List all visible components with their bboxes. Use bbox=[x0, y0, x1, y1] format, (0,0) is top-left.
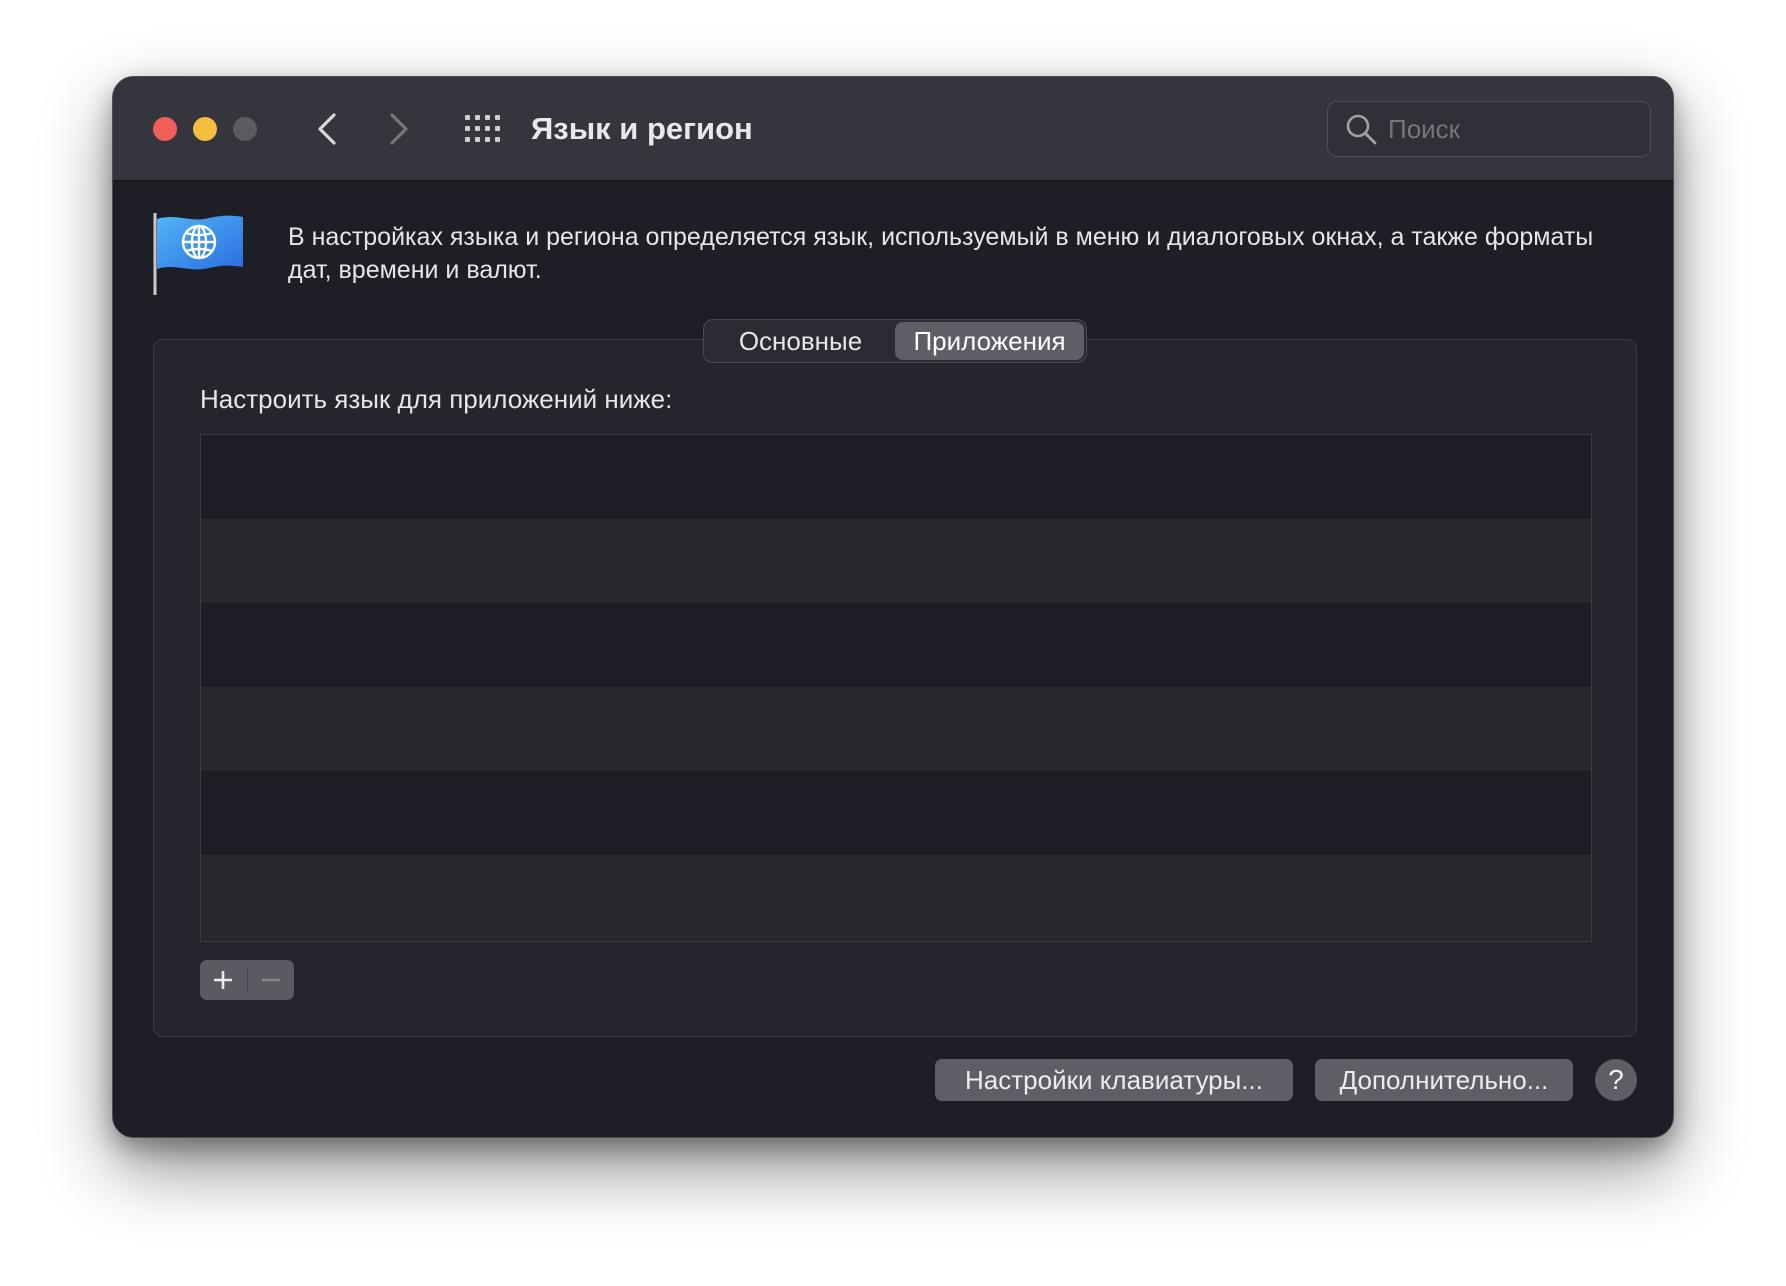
minimize-button[interactable] bbox=[193, 117, 217, 141]
apps-list[interactable] bbox=[200, 434, 1592, 942]
tab-general[interactable]: Основные bbox=[706, 322, 895, 360]
add-remove-control bbox=[200, 960, 294, 1000]
list-row bbox=[201, 435, 1591, 519]
plus-icon bbox=[214, 971, 233, 989]
list-row bbox=[201, 855, 1591, 939]
list-row bbox=[201, 771, 1591, 855]
show-all-button[interactable] bbox=[463, 111, 503, 147]
apps-panel-label: Настроить язык для приложений ниже: bbox=[200, 384, 673, 414]
grid-icon bbox=[465, 115, 500, 142]
remove-app-button bbox=[248, 960, 295, 1000]
window-title: Язык и регион bbox=[531, 111, 753, 146]
advanced-button[interactable]: Дополнительно... bbox=[1315, 1059, 1573, 1101]
forward-button[interactable] bbox=[379, 107, 419, 151]
add-app-button[interactable] bbox=[200, 960, 247, 1000]
search-field[interactable] bbox=[1327, 101, 1651, 157]
list-row bbox=[201, 603, 1591, 687]
tab-control: Основные Приложения bbox=[703, 319, 1087, 363]
list-row bbox=[201, 519, 1591, 603]
zoom-button bbox=[233, 117, 257, 141]
preferences-window: Язык и регион В настройках языка bbox=[112, 76, 1674, 1138]
globe-flag-icon bbox=[153, 213, 243, 295]
chevron-right-icon bbox=[390, 113, 408, 145]
apps-panel: Настроить язык для приложений ниже: bbox=[153, 339, 1637, 1037]
close-button[interactable] bbox=[153, 117, 177, 141]
back-button[interactable] bbox=[307, 107, 347, 151]
search-input[interactable] bbox=[1388, 113, 1628, 145]
tab-apps[interactable]: Приложения bbox=[895, 322, 1084, 360]
chevron-left-icon bbox=[318, 113, 336, 145]
minus-icon bbox=[261, 978, 280, 982]
search-icon bbox=[1346, 114, 1377, 145]
keyboard-settings-button[interactable]: Настройки клавиатуры... bbox=[935, 1059, 1293, 1101]
title-bar: Язык и регион bbox=[113, 77, 1673, 181]
help-button[interactable]: ? bbox=[1595, 1059, 1637, 1101]
header-description: В настройках языка и региона определяетс… bbox=[288, 223, 1594, 284]
list-row bbox=[201, 687, 1591, 771]
